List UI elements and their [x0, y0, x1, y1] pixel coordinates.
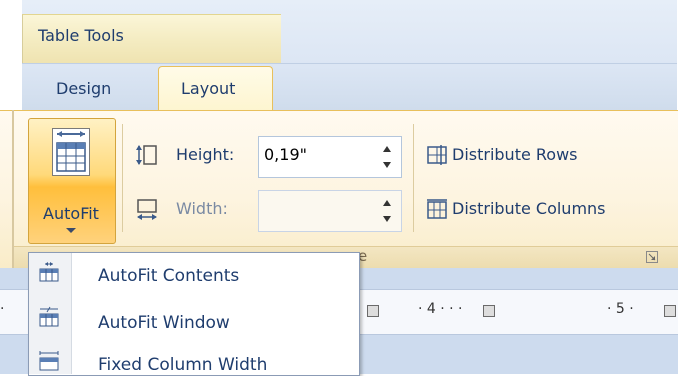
autofit-contents-icon — [39, 262, 59, 282]
ruler-tick: · — [0, 301, 5, 317]
column-marker-icon[interactable] — [367, 305, 379, 317]
tab-layout-label: Layout — [181, 79, 236, 98]
distribute-rows-icon[interactable] — [426, 144, 448, 166]
tab-strip-divider — [22, 63, 677, 64]
tab-design[interactable]: Design — [56, 79, 111, 98]
chevron-down-icon — [66, 228, 76, 233]
column-marker-icon[interactable] — [664, 305, 676, 317]
menu-item-label: AutoFit Contents — [98, 266, 240, 286]
row-height-icon — [136, 145, 157, 165]
autofit-table-icon — [52, 128, 90, 176]
menu-item-label: AutoFit Window — [98, 313, 230, 333]
menu-item-label: Fixed Column Width — [98, 355, 268, 375]
height-label: Height: — [176, 145, 235, 164]
group-separator — [122, 124, 123, 232]
width-label: Width: — [176, 199, 228, 218]
ruler-label-5: · 5 · — [607, 301, 634, 317]
table-tools-label: Table Tools — [38, 26, 124, 45]
group-separator — [413, 124, 414, 232]
column-marker-icon[interactable] — [483, 305, 495, 317]
autofit-window-icon — [39, 306, 59, 327]
dialog-launcher-icon[interactable] — [646, 251, 658, 263]
height-spinner[interactable] — [377, 140, 397, 174]
distribute-columns-button[interactable]: Distribute Columns — [452, 199, 606, 218]
fixed-column-width-icon — [39, 351, 59, 371]
distribute-columns-icon[interactable] — [426, 198, 448, 220]
height-value: 0,19" — [264, 145, 307, 164]
distribute-rows-button[interactable]: Distribute Rows — [452, 145, 578, 164]
ribbon-group-divider — [12, 110, 14, 268]
autofit-label: AutoFit — [43, 204, 99, 223]
ruler-label-4: · 4 · · · — [418, 301, 463, 317]
column-width-icon — [137, 199, 157, 220]
width-spinner[interactable] — [377, 194, 397, 228]
